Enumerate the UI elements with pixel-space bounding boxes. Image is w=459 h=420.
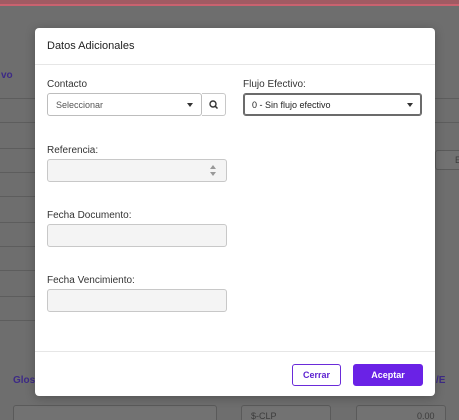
contacto-placeholder: Seleccionar — [56, 100, 104, 110]
contacto-select[interactable]: Seleccionar — [47, 93, 202, 116]
bg-gloss-input — [13, 405, 217, 420]
cerrar-button[interactable]: Cerrar — [292, 364, 341, 386]
bg-currency-select: $-CLP — [241, 405, 331, 420]
bg-row-divider — [0, 222, 36, 223]
search-icon — [209, 100, 219, 110]
referencia-input[interactable] — [47, 159, 227, 182]
bg-row-divider — [0, 196, 36, 197]
bg-gloss-label: Glos — [13, 375, 36, 386]
app-top-bar — [0, 0, 459, 6]
chevron-down-icon — [187, 103, 193, 107]
contacto-search-button[interactable] — [202, 93, 226, 116]
bg-amount-input: 0.00 — [356, 405, 446, 420]
bg-left-label: vo — [1, 70, 13, 81]
modal-header: Datos Adicionales — [35, 28, 435, 65]
bg-column-header: E — [435, 150, 459, 170]
contacto-label: Contacto — [47, 79, 88, 90]
fecha-documento-input[interactable] — [47, 224, 227, 247]
number-stepper-icon[interactable] — [210, 165, 216, 177]
bg-row-divider — [0, 320, 36, 321]
bg-row-divider — [435, 122, 459, 123]
bg-row-divider — [0, 172, 36, 173]
flujo-efectivo-value: 0 - Sin flujo efectivo — [252, 100, 331, 110]
flujo-efectivo-select[interactable]: 0 - Sin flujo efectivo — [243, 93, 422, 116]
bg-row-divider — [0, 270, 36, 271]
bg-row-divider — [0, 296, 36, 297]
bg-row-divider — [0, 246, 36, 247]
aceptar-button[interactable]: Aceptar — [353, 364, 423, 386]
chevron-down-icon — [407, 103, 413, 107]
referencia-label: Referencia: — [47, 145, 99, 156]
fecha-vencimiento-input[interactable] — [47, 289, 227, 312]
fecha-documento-label: Fecha Documento: — [47, 210, 132, 221]
bg-row-divider — [435, 98, 459, 99]
bg-row-divider — [0, 148, 36, 149]
bg-right-label: /E — [436, 375, 446, 386]
bg-row-divider — [0, 122, 36, 123]
modal-title: Datos Adicionales — [47, 40, 135, 52]
modal-footer: Cerrar Aceptar — [35, 351, 435, 396]
flujo-efectivo-label: Flujo Efectivo: — [243, 79, 306, 90]
datos-adicionales-modal: Datos Adicionales Contacto Seleccionar F… — [35, 28, 435, 396]
fecha-vencimiento-label: Fecha Vencimiento: — [47, 275, 135, 286]
bg-row-divider — [0, 98, 36, 99]
